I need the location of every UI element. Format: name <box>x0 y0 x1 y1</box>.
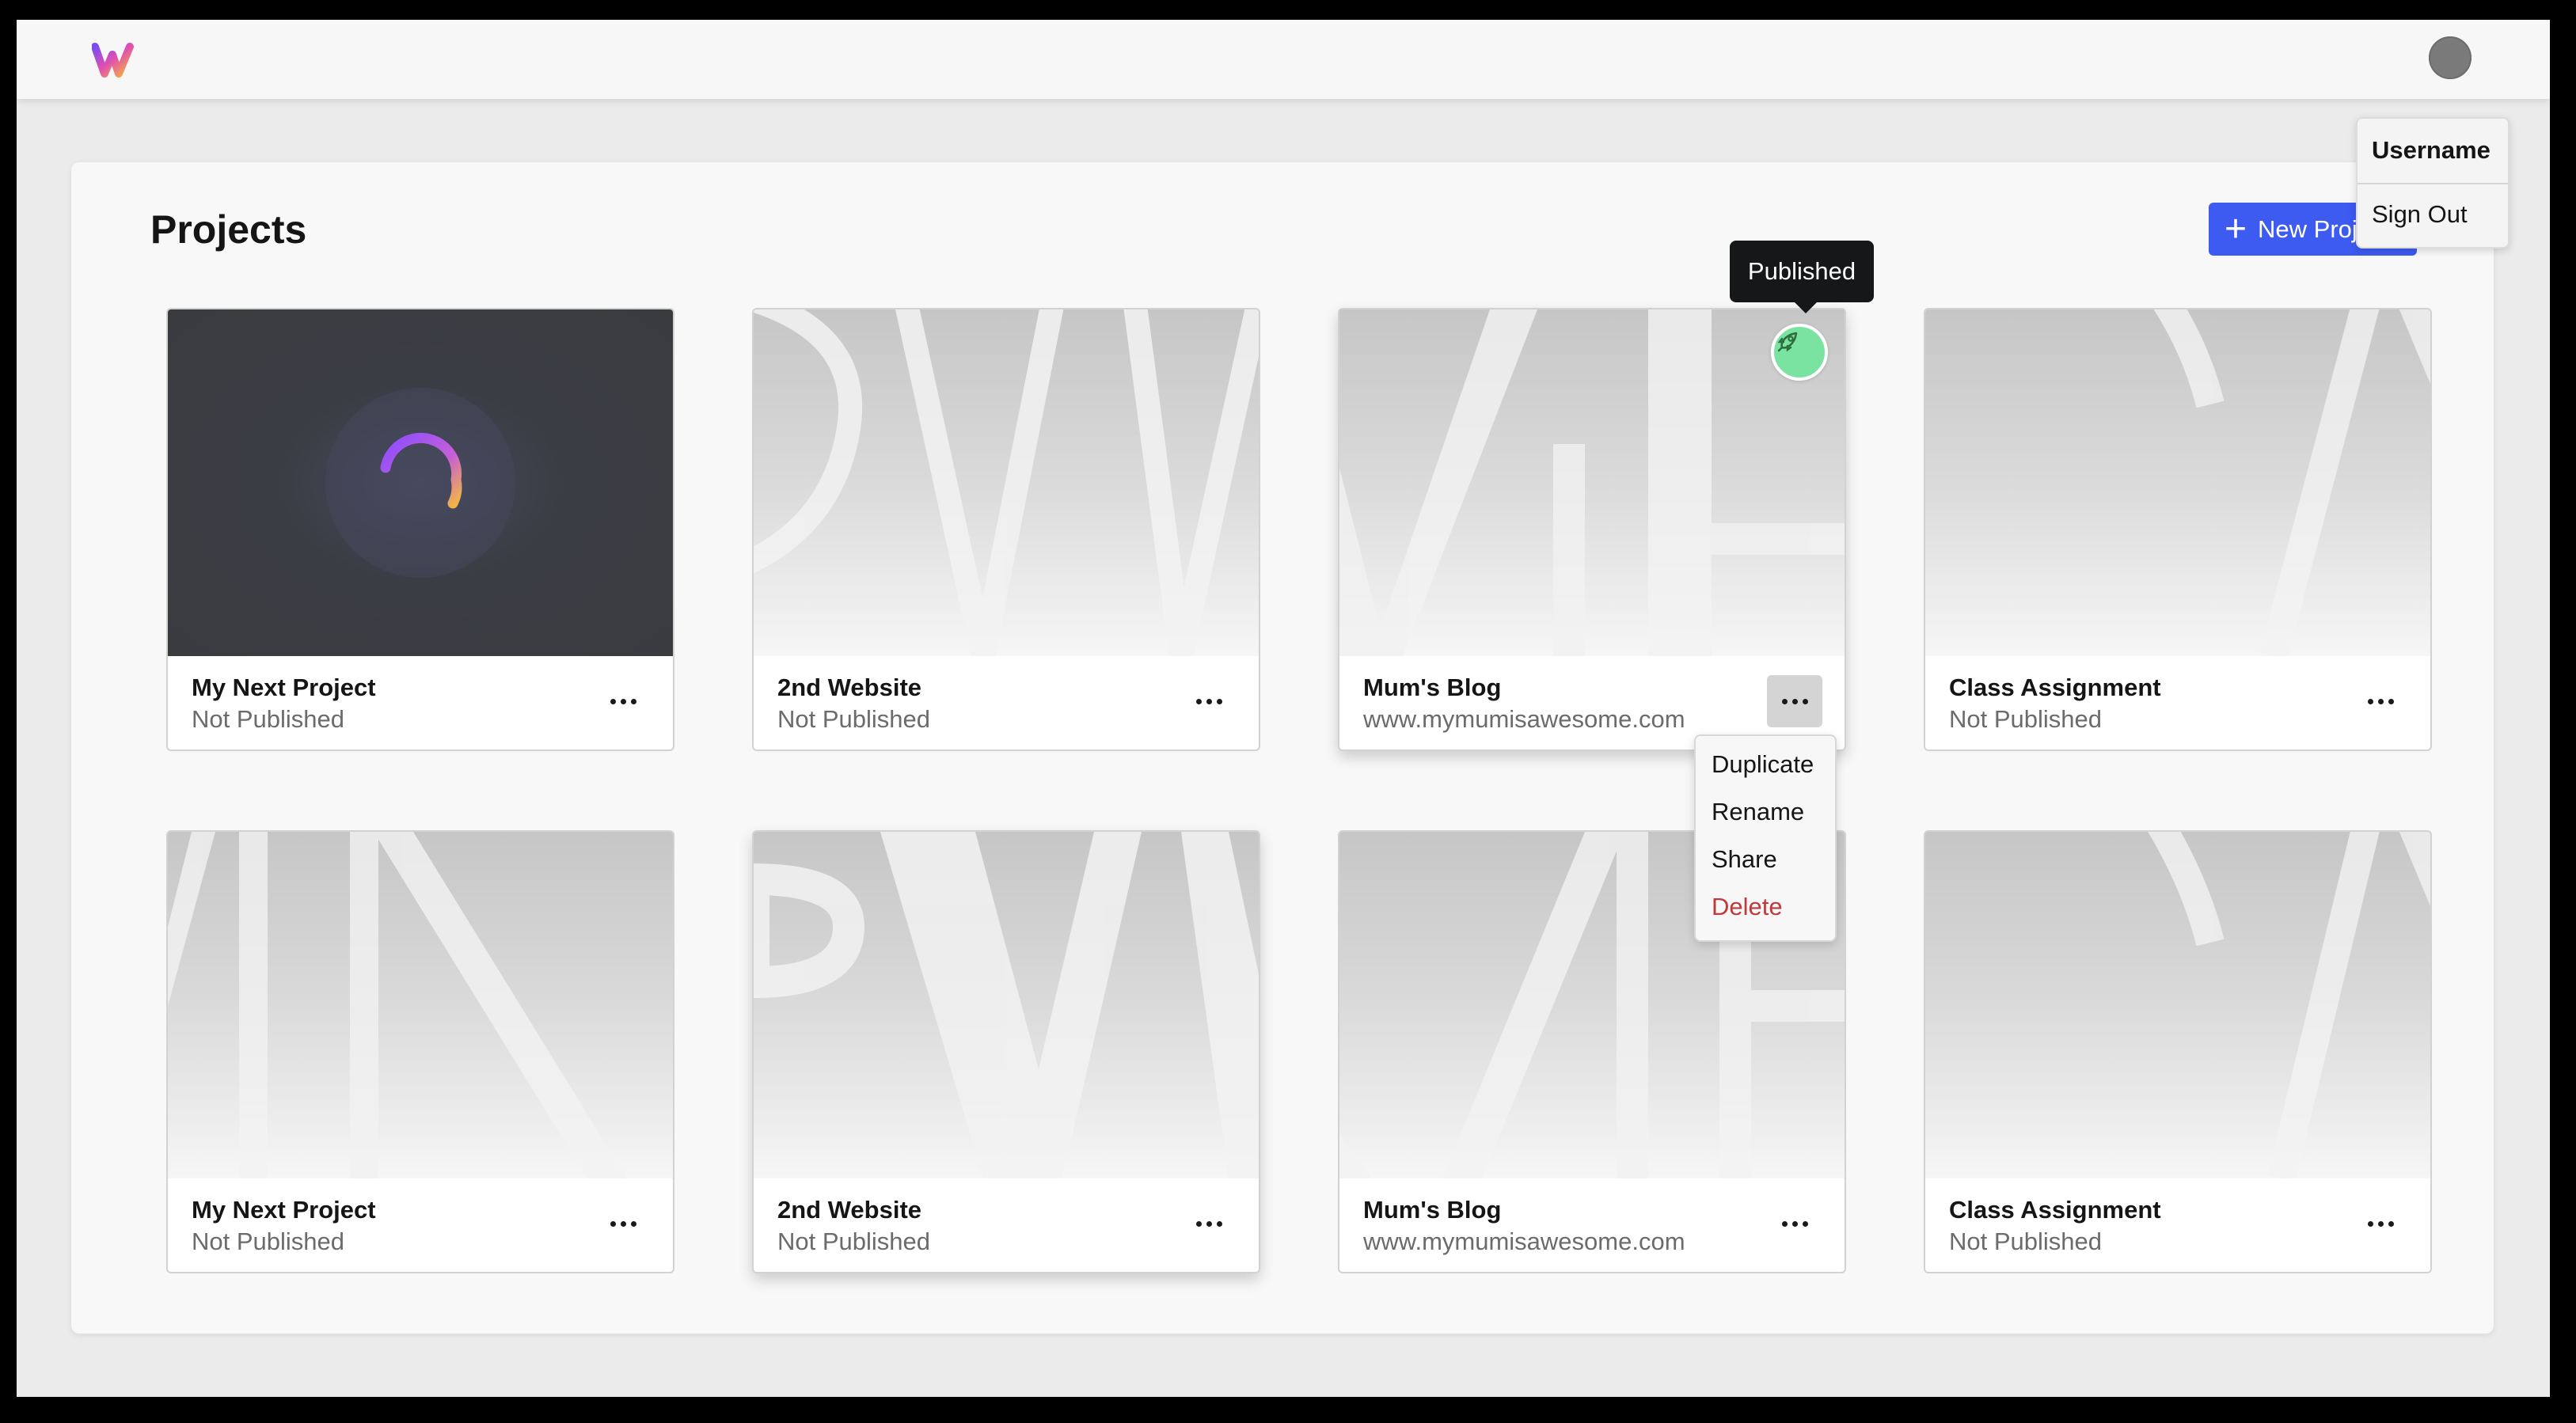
rename-menu-item[interactable]: Rename <box>1712 798 1804 826</box>
project-name: 2nd Website <box>777 674 922 701</box>
sign-out-menu-item[interactable]: Sign Out <box>2372 200 2468 229</box>
loading-spinner-icon <box>325 388 515 578</box>
more-dots-icon <box>610 698 636 704</box>
project-menu-button[interactable] <box>1181 675 1237 727</box>
project-thumbnail <box>754 309 1259 656</box>
delete-menu-item[interactable]: Delete <box>1712 893 1783 921</box>
project-name: Mum's Blog <box>1363 1196 1502 1224</box>
thumbnail-letters-graphic <box>2153 309 2430 656</box>
project-menu-button[interactable] <box>595 1197 651 1250</box>
project-name: Mum's Blog <box>1363 674 1502 701</box>
project-thumbnail-loading <box>168 309 673 656</box>
more-dots-icon <box>2367 698 2394 704</box>
rocket-icon <box>1777 332 1798 352</box>
duplicate-menu-item[interactable]: Duplicate <box>1712 750 1814 779</box>
project-menu-button[interactable] <box>595 675 651 727</box>
project-menu-button[interactable] <box>2353 675 2408 727</box>
user-avatar-icon[interactable] <box>2429 36 2472 79</box>
project-menu-button-active[interactable] <box>1767 675 1822 727</box>
project-menu-button[interactable] <box>2353 1197 2408 1250</box>
w-logo-icon[interactable] <box>92 42 139 78</box>
project-thumbnail <box>168 832 673 1178</box>
project-menu-button[interactable] <box>1181 1197 1237 1250</box>
project-card[interactable]: My Next Project Not Published <box>166 308 674 751</box>
thumbnail-letters-graphic <box>2148 832 2430 1178</box>
project-menu-button[interactable] <box>1767 1197 1822 1250</box>
more-dots-icon <box>1781 1220 1808 1227</box>
top-bar <box>17 20 2550 99</box>
project-name: My Next Project <box>192 1196 376 1224</box>
project-status: Not Published <box>777 705 931 733</box>
project-card[interactable]: Class Assignment Not Published <box>1924 830 2432 1273</box>
project-url[interactable]: www.mymumisawesome.com <box>1363 1228 1685 1256</box>
project-thumbnail <box>1925 309 2430 656</box>
project-name: My Next Project <box>192 674 376 701</box>
project-card[interactable]: Class Assignment Not Published <box>1924 308 2432 751</box>
project-card[interactable]: My Next Project Not Published <box>166 830 674 1273</box>
project-url[interactable]: www.mymumisawesome.com <box>1363 705 1685 734</box>
thumbnail-letters-graphic <box>754 309 1259 656</box>
project-status: Not Published <box>192 705 345 733</box>
thumbnail-letters-graphic <box>168 832 627 1178</box>
project-thumbnail <box>754 832 1259 1178</box>
project-name: 2nd Website <box>777 1196 922 1224</box>
project-card[interactable]: 2nd Website Not Published <box>752 308 1260 751</box>
project-context-menu: Duplicate Rename Share Delete <box>1694 734 1837 942</box>
project-thumbnail <box>1925 832 2430 1178</box>
published-tooltip: Published <box>1730 241 1874 313</box>
project-name: Class Assignment <box>1949 1196 2161 1224</box>
app-window: Projects + New Project My Next Project N… <box>17 20 2550 1397</box>
thumbnail-letters-graphic <box>1339 309 1845 656</box>
more-dots-icon <box>1195 698 1222 704</box>
project-status: Not Published <box>1949 1228 2103 1255</box>
menu-divider <box>2358 183 2508 184</box>
page-title: Projects <box>150 207 307 252</box>
more-dots-icon <box>610 1220 636 1227</box>
project-thumbnail <box>1339 309 1845 656</box>
plus-icon: + <box>2225 207 2247 250</box>
share-menu-item[interactable]: Share <box>1712 845 1777 874</box>
project-status: Not Published <box>192 1228 345 1255</box>
thumbnail-letters-graphic <box>754 832 1259 1178</box>
project-status: Not Published <box>777 1228 931 1255</box>
project-name: Class Assignment <box>1949 674 2161 701</box>
projects-panel: Projects + New Project My Next Project N… <box>71 162 2494 1334</box>
more-dots-icon <box>1781 698 1808 704</box>
project-card[interactable]: 2nd Website Not Published <box>752 830 1260 1273</box>
more-dots-icon <box>1195 1220 1222 1227</box>
published-badge[interactable] <box>1771 324 1828 381</box>
more-dots-icon <box>2367 1220 2394 1227</box>
project-card-hovered[interactable]: Mum's Blog www.mymumisawesome.com <box>1338 308 1846 751</box>
user-dropdown-menu: Username Sign Out <box>2356 117 2510 249</box>
project-status: Not Published <box>1949 705 2103 733</box>
username-label: Username <box>2372 136 2491 164</box>
